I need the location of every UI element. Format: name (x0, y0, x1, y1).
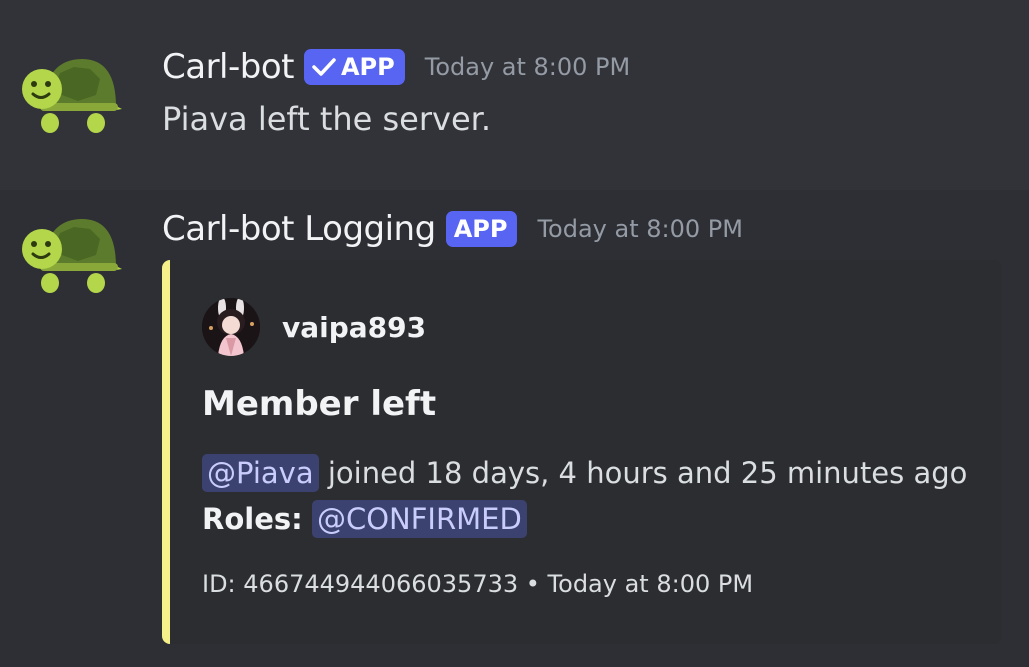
author-name[interactable]: Carl-bot Logging (162, 209, 436, 249)
message-header: Carl-bot Logging APP Today at 8:00 PM (162, 206, 743, 252)
description-text: joined 18 days, 4 hours and 25 minutes a… (318, 456, 968, 490)
embed-description: @Piava joined 18 days, 4 hours and 25 mi… (202, 450, 967, 542)
checkmark-icon (312, 58, 336, 76)
embed-card: vaipa893 Member left @Piava joined 18 da… (162, 260, 1002, 644)
badge-label: APP (340, 53, 395, 81)
timestamp[interactable]: Today at 8:00 PM (425, 53, 631, 81)
message-content: Piava left the server. (162, 100, 492, 138)
app-badge: APP (445, 211, 518, 247)
footer-time: Today at 8:00 PM (547, 570, 754, 598)
footer-separator: • (518, 570, 548, 598)
turtle-icon[interactable] (20, 211, 124, 295)
badge-label: APP (453, 215, 508, 243)
turtle-icon[interactable] (20, 51, 124, 135)
embed-footer: ID: 466744944066035733 • Today at 8:00 P… (202, 570, 753, 598)
embed-author-name[interactable]: vaipa893 (282, 311, 426, 344)
app-badge: APP (303, 49, 405, 85)
message: Carl-bot Logging APP Today at 8:00 PM va… (0, 190, 1029, 667)
message-header: Carl-bot APP Today at 8:00 PM (162, 44, 630, 90)
footer-id: ID: 466744944066035733 (202, 570, 519, 598)
message: Carl-bot APP Today at 8:00 PM Piava left… (0, 0, 1029, 190)
roles-label: Roles: (202, 502, 303, 536)
embed-author-avatar (202, 298, 260, 356)
chat-log: Carl-bot APP Today at 8:00 PM Piava left… (0, 0, 1029, 667)
author-name[interactable]: Carl-bot (162, 47, 294, 87)
role-mention[interactable]: @CONFIRMED (311, 500, 527, 538)
anime-avatar-icon (202, 298, 260, 356)
embed-title: Member left (202, 384, 437, 424)
embed-author: vaipa893 (202, 298, 426, 356)
user-mention[interactable]: @Piava (202, 454, 319, 492)
timestamp[interactable]: Today at 8:00 PM (537, 215, 743, 243)
